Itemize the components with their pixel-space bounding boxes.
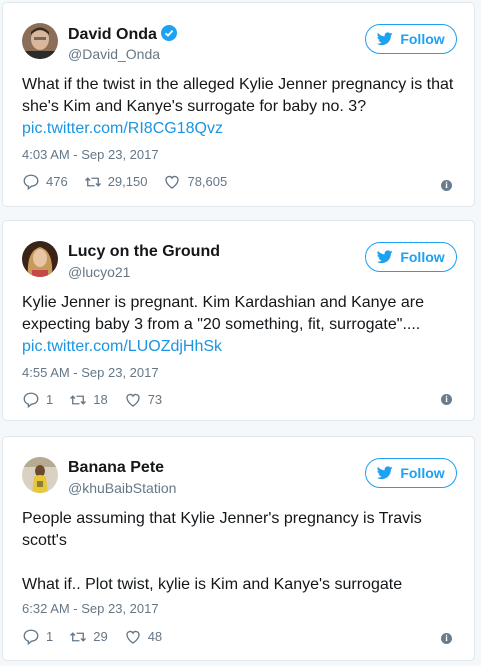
avatar[interactable] bbox=[22, 457, 58, 493]
like-count: 73 bbox=[147, 392, 163, 407]
display-name[interactable]: David Onda bbox=[68, 25, 177, 44]
tweet-media-link[interactable]: pic.twitter.com/LUOZdjHhSk bbox=[22, 336, 456, 358]
follow-button[interactable]: Follow bbox=[365, 458, 457, 488]
tweet-text: What if the twist in the alleged Kylie J… bbox=[22, 74, 456, 140]
retweet-icon bbox=[84, 177, 101, 187]
tweet-card: Lucy on the Ground @lucyo21 Follow Kylie… bbox=[2, 220, 475, 421]
user-handle[interactable]: @David_Onda bbox=[68, 46, 160, 62]
heart-icon bbox=[126, 393, 140, 407]
tweet-media-link[interactable]: pic.twitter.com/RI8CG18Qvz bbox=[22, 118, 456, 140]
reply-count: 476 bbox=[46, 174, 68, 189]
like-button[interactable]: 78,605 bbox=[163, 173, 227, 191]
like-button[interactable]: 48 bbox=[124, 628, 162, 646]
display-name[interactable]: Banana Pete bbox=[68, 459, 164, 477]
reply-button[interactable]: 1 bbox=[22, 628, 53, 646]
follow-button[interactable]: Follow bbox=[365, 242, 457, 272]
user-handle[interactable]: @lucyo21 bbox=[68, 264, 130, 280]
avatar[interactable] bbox=[22, 241, 58, 277]
tweet-text: Kylie Jenner is pregnant. Kim Kardashian… bbox=[22, 292, 456, 358]
info-icon[interactable]: i bbox=[441, 180, 452, 191]
tweet-actions: 476 29,150 78,605 bbox=[22, 173, 243, 191]
retweet-count: 29 bbox=[93, 629, 108, 644]
tweet-timestamp[interactable]: 4:03 AM - Sep 23, 2017 bbox=[22, 147, 159, 163]
info-icon[interactable]: i bbox=[441, 633, 452, 644]
tweet-timestamp[interactable]: 6:32 AM - Sep 23, 2017 bbox=[22, 601, 159, 617]
heart-icon bbox=[126, 630, 140, 644]
like-count: 78,605 bbox=[187, 174, 228, 189]
tweet-card: David Onda @David_Onda Follow What if th… bbox=[2, 2, 475, 207]
tweet-timestamp[interactable]: 4:55 AM - Sep 23, 2017 bbox=[22, 365, 159, 381]
info-icon[interactable]: i bbox=[441, 394, 452, 405]
reply-icon bbox=[23, 629, 39, 646]
tweet-feed: David Onda @David_Onda Follow What if th… bbox=[0, 0, 481, 666]
reply-count: 1 bbox=[46, 392, 54, 407]
reply-button[interactable]: 1 bbox=[22, 391, 53, 409]
reply-icon bbox=[23, 392, 39, 409]
twitter-bird-icon bbox=[377, 250, 394, 264]
retweet-icon bbox=[70, 395, 87, 405]
heart-icon bbox=[165, 175, 180, 189]
follow-button[interactable]: Follow bbox=[365, 24, 457, 54]
display-name[interactable]: Lucy on the Ground bbox=[68, 243, 220, 261]
user-handle[interactable]: @khuBaibStation bbox=[68, 480, 176, 496]
retweet-button[interactable]: 29,150 bbox=[84, 173, 148, 191]
retweet-count: 29,150 bbox=[107, 174, 148, 189]
reply-icon bbox=[23, 174, 39, 191]
like-count: 48 bbox=[147, 629, 163, 644]
verified-badge-icon bbox=[160, 25, 177, 41]
tweet-card: Banana Pete @khuBaibStation Follow Peopl… bbox=[2, 436, 475, 661]
tweet-text: People assuming that Kylie Jenner's preg… bbox=[22, 510, 422, 593]
tweet-actions: 1 29 48 bbox=[22, 628, 178, 646]
twitter-bird-icon bbox=[377, 32, 394, 46]
tweet-actions: 1 18 73 bbox=[22, 391, 178, 409]
reply-count: 1 bbox=[46, 629, 54, 644]
retweet-button[interactable]: 18 bbox=[69, 391, 108, 409]
avatar[interactable] bbox=[22, 23, 58, 59]
twitter-bird-icon bbox=[377, 466, 394, 480]
retweet-button[interactable]: 29 bbox=[69, 628, 108, 646]
retweet-icon bbox=[70, 632, 87, 642]
retweet-count: 18 bbox=[93, 392, 108, 407]
like-button[interactable]: 73 bbox=[124, 391, 162, 409]
reply-button[interactable]: 476 bbox=[22, 173, 68, 191]
